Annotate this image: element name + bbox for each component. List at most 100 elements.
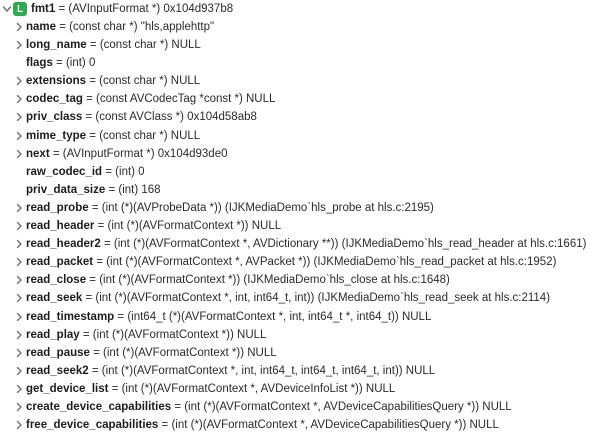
field-name: next xyxy=(26,147,50,160)
field-value: = (int) 168 xyxy=(105,183,161,196)
variable-row[interactable]: priv_data_size = (int) 168 xyxy=(0,181,598,199)
variable-label: next = (AVInputFormat *) 0x104d93de0 xyxy=(26,145,227,163)
variable-label: free_device_capabilities = (int (*)(AVFo… xyxy=(26,416,499,434)
variable-row[interactable]: extensions = (const char *) NULL xyxy=(0,72,598,90)
chevron-right-icon[interactable] xyxy=(15,348,23,358)
variable-label: fmt1 = (AVInputFormat *) 0x104d937b8 xyxy=(31,2,233,16)
local-variable-badge: L xyxy=(13,2,27,16)
field-name: priv_class xyxy=(26,111,83,124)
chevron-right-icon[interactable] xyxy=(15,384,23,394)
chevron-right-icon[interactable] xyxy=(15,402,23,412)
chevron-right-icon[interactable] xyxy=(15,239,23,249)
variable-row[interactable]: get_device_list = (int (*)(AVFormatConte… xyxy=(0,380,598,398)
variable-label: read_probe = (int (*)(AVProbeData *)) (I… xyxy=(26,199,434,217)
field-value: = (int) 0 xyxy=(102,165,145,178)
chevron-right-icon[interactable] xyxy=(15,257,23,267)
variable-row[interactable]: read_seek = (int (*)(AVFormatContext *, … xyxy=(0,289,598,307)
variable-row[interactable]: read_header2 = (int (*)(AVFormatContext … xyxy=(0,235,598,253)
variable-row[interactable]: codec_tag = (const AVCodecTag *const *) … xyxy=(0,90,598,108)
variable-row[interactable]: mime_type = (const char *) NULL xyxy=(0,127,598,145)
field-value: = (AVInputFormat *) 0x104d93de0 xyxy=(49,147,228,160)
field-value: = (const char *) NULL xyxy=(86,129,201,142)
chevron-right-icon[interactable] xyxy=(15,40,23,50)
field-value: = (int (*)(AVFormatContext *, int, int64… xyxy=(88,364,436,377)
variable-row[interactable]: read_seek2 = (int (*)(AVFormatContext *,… xyxy=(0,362,598,380)
chevron-right-icon[interactable] xyxy=(15,112,23,122)
chevron-right-icon[interactable] xyxy=(15,330,23,340)
field-value: = (const AVClass *) 0x104d58ab8 xyxy=(82,111,257,124)
field-value: = (const AVCodecTag *const *) NULL xyxy=(82,93,276,106)
variable-row[interactable]: flags = (int) 0 xyxy=(0,54,598,72)
variable-row[interactable]: read_play = (int (*)(AVFormatContext *))… xyxy=(0,326,598,344)
field-name: read_pause xyxy=(26,346,90,359)
chevron-right-icon[interactable] xyxy=(15,221,23,231)
variable-row[interactable]: read_pause = (int (*)(AVFormatContext *)… xyxy=(0,344,598,362)
field-value: = (int (*)(AVFormatContext *)) (IJKMedia… xyxy=(86,274,450,287)
field-name: read_header2 xyxy=(26,238,101,251)
field-name: raw_codec_id xyxy=(26,165,103,178)
variable-label: read_header = (int (*)(AVFormatContext *… xyxy=(26,217,281,235)
field-value: = (const char *) NULL xyxy=(86,75,201,88)
field-name: read_seek xyxy=(26,292,83,305)
variable-row[interactable]: read_close = (int (*)(AVFormatContext *)… xyxy=(0,271,598,289)
chevron-right-icon[interactable] xyxy=(15,22,23,32)
variable-label: long_name = (const char *) NULL xyxy=(26,36,201,54)
variable-children: name = (const char *) "hls,applehttp" lon… xyxy=(0,18,598,434)
chevron-right-icon[interactable] xyxy=(15,420,23,430)
chevron-right-icon[interactable] xyxy=(15,76,23,86)
chevron-right-icon[interactable] xyxy=(15,275,23,285)
variable-label: priv_data_size = (int) 168 xyxy=(26,181,161,199)
variable-name: fmt1 xyxy=(31,3,56,15)
variable-row[interactable]: read_timestamp = (int64_t (*)(AVFormatCo… xyxy=(0,308,598,326)
variable-row[interactable]: raw_codec_id = (int) 0 xyxy=(0,163,598,181)
chevron-right-icon[interactable] xyxy=(15,203,23,213)
field-name: free_device_capabilities xyxy=(26,419,159,432)
variable-label: read_play = (int (*)(AVFormatContext *))… xyxy=(26,326,266,344)
field-value: = (int (*)(AVFormatContext *, AVPacket *… xyxy=(93,256,557,269)
variable-row-fmt1[interactable]: L fmt1 = (AVInputFormat *) 0x104d937b8 xyxy=(0,0,598,18)
variable-label: raw_codec_id = (int) 0 xyxy=(26,163,145,181)
variable-label: read_pause = (int (*)(AVFormatContext *)… xyxy=(26,344,277,362)
field-value: = (int) 0 xyxy=(52,57,96,70)
chevron-right-icon[interactable] xyxy=(15,131,23,141)
variable-row[interactable]: read_packet = (int (*)(AVFormatContext *… xyxy=(0,253,598,271)
field-name: read_seek2 xyxy=(26,364,89,377)
field-name: read_timestamp xyxy=(26,310,115,323)
variable-row[interactable]: free_device_capabilities = (int (*)(AVFo… xyxy=(0,416,598,434)
variable-row[interactable]: long_name = (const char *) NULL xyxy=(0,36,598,54)
field-value: = (const char *) NULL xyxy=(86,39,201,52)
variable-row[interactable]: next = (AVInputFormat *) 0x104d93de0 xyxy=(0,145,598,163)
field-value: = (int (*)(AVFormatContext *, AVDeviceIn… xyxy=(108,382,396,395)
variable-label: read_timestamp = (int64_t (*)(AVFormatCo… xyxy=(26,308,431,326)
variable-label: read_seek2 = (int (*)(AVFormatContext *,… xyxy=(26,362,435,380)
variable-label: codec_tag = (const AVCodecTag *const *) … xyxy=(26,90,275,108)
variable-value: = (AVInputFormat *) 0x104d937b8 xyxy=(55,3,234,15)
field-value: = (int64_t (*)(AVFormatContext *, int, i… xyxy=(114,310,432,323)
field-value: = (int (*)(AVFormatContext *)) NULL xyxy=(79,328,267,341)
chevron-right-icon[interactable] xyxy=(15,366,23,376)
variable-row[interactable]: read_header = (int (*)(AVFormatContext *… xyxy=(0,217,598,235)
chevron-right-icon[interactable] xyxy=(15,293,23,303)
variable-label: extensions = (const char *) NULL xyxy=(26,72,200,90)
field-name: get_device_list xyxy=(26,382,109,395)
chevron-down-icon[interactable] xyxy=(2,2,12,16)
variable-row[interactable]: create_device_capabilities = (int (*)(AV… xyxy=(0,398,598,416)
variable-label: name = (const char *) "hls,applehttp" xyxy=(26,18,214,36)
variable-label: read_close = (int (*)(AVFormatContext *)… xyxy=(26,271,450,289)
variable-row[interactable]: name = (const char *) "hls,applehttp" xyxy=(0,18,598,36)
field-name: create_device_capabilities xyxy=(26,400,172,413)
field-name: name xyxy=(26,21,57,33)
field-name: codec_tag xyxy=(26,93,83,106)
chevron-right-icon[interactable] xyxy=(15,149,23,159)
field-name: read_close xyxy=(26,274,87,287)
field-name: read_packet xyxy=(26,256,94,269)
variable-label: read_seek = (int (*)(AVFormatContext *, … xyxy=(26,289,550,307)
variable-row[interactable]: read_probe = (int (*)(AVProbeData *)) (I… xyxy=(0,199,598,217)
variable-label: mime_type = (const char *) NULL xyxy=(26,127,200,145)
field-value: = (const char *) "hls,applehttp" xyxy=(56,21,215,33)
field-value: = (int (*)(AVFormatContext *)) NULL xyxy=(94,220,282,233)
variable-row[interactable]: priv_class = (const AVClass *) 0x104d58a… xyxy=(0,108,598,126)
chevron-right-icon[interactable] xyxy=(15,312,23,322)
field-value: = (int (*)(AVFormatContext *, AVDictiona… xyxy=(100,238,587,251)
chevron-right-icon[interactable] xyxy=(15,94,23,104)
